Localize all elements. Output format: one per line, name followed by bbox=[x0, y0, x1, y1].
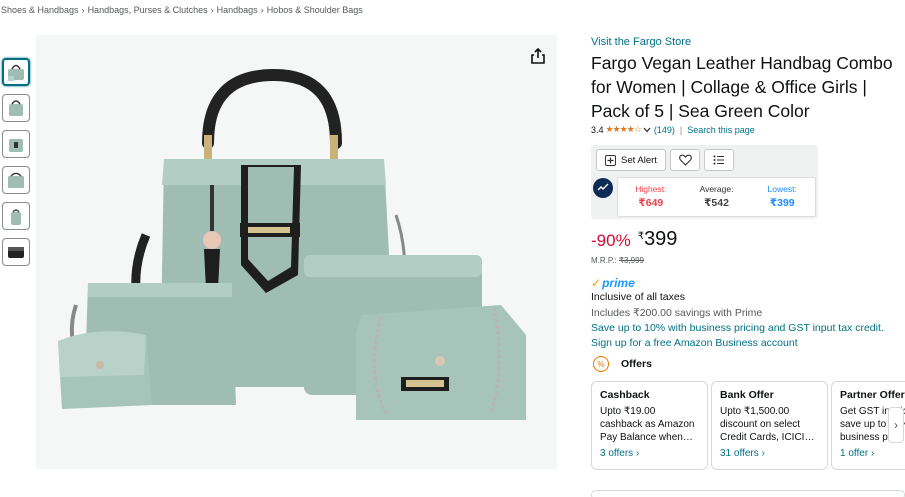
discount-percentage: -90% bbox=[591, 231, 631, 250]
offer-link[interactable]: 3 offers › bbox=[600, 448, 699, 459]
share-button[interactable] bbox=[526, 44, 550, 68]
mrp: M.R.P.: ₹3,999 bbox=[591, 256, 644, 265]
heart-icon bbox=[678, 154, 692, 166]
lowest-price: Lowest: ₹399 bbox=[749, 178, 815, 216]
business-pricing-link[interactable]: Save up to 10% with business pricing and… bbox=[591, 322, 884, 334]
highest-label: Highest: bbox=[635, 184, 667, 194]
average-value: ₹542 bbox=[704, 197, 729, 209]
chevron-down-icon[interactable] bbox=[643, 125, 651, 135]
breadcrumb-item-handbags-purses[interactable]: Handbags, Purses & Clutches bbox=[88, 5, 208, 15]
store-link[interactable]: Visit the Fargo Store bbox=[591, 36, 691, 48]
mrp-label: M.R.P.: bbox=[591, 256, 617, 265]
offer-link[interactable]: 1 offer › bbox=[840, 448, 905, 459]
tax-note: Inclusive of all taxes bbox=[591, 291, 685, 303]
offer-title: Bank Offer bbox=[720, 389, 774, 401]
breadcrumb-separator: › bbox=[81, 5, 85, 15]
rating-count-link[interactable]: (149) bbox=[654, 125, 675, 135]
thumbnail-6[interactable] bbox=[2, 238, 30, 266]
price-tracker-logo-icon bbox=[593, 178, 613, 198]
offers-next-button[interactable]: › bbox=[888, 407, 904, 443]
thumbnail-3[interactable] bbox=[2, 130, 30, 158]
chevron-right-icon: › bbox=[894, 418, 898, 432]
check-icon: ✓ bbox=[591, 276, 602, 290]
search-this-page-link[interactable]: Search this page bbox=[687, 125, 755, 135]
price-value: 399 bbox=[644, 228, 678, 250]
offers-header: % Offers bbox=[593, 356, 652, 372]
business-signup-link[interactable]: Sign up for a free Amazon Business accou… bbox=[591, 337, 798, 349]
offer-cards: Cashback Upto ₹19.00 cashback as Amazon … bbox=[591, 381, 905, 471]
highest-value: ₹649 bbox=[638, 197, 664, 209]
breadcrumb-item-handbags[interactable]: Handbags bbox=[217, 5, 258, 15]
offer-card-cashback[interactable]: Cashback Upto ₹19.00 cashback as Amazon … bbox=[591, 381, 708, 470]
prime-badge: ✓ prime bbox=[591, 276, 635, 290]
offers-heading: Offers bbox=[621, 358, 652, 370]
offer-description: Upto ₹1,500.00 discount on select Credit… bbox=[720, 406, 815, 443]
product-image[interactable] bbox=[36, 35, 557, 469]
breadcrumb-item-hobos[interactable]: Hobos & Shoulder Bags bbox=[267, 5, 363, 15]
breadcrumb-separator: › bbox=[210, 5, 214, 15]
lowest-value: ₹399 bbox=[769, 197, 795, 209]
list-icon bbox=[713, 155, 724, 165]
price-row: -90% ₹ 399 bbox=[591, 228, 677, 251]
offer-description: Upto ₹19.00 cashback as Amazon Pay Balan… bbox=[600, 406, 695, 443]
set-alert-button[interactable]: Set Alert bbox=[596, 149, 666, 171]
thumbnail-1[interactable] bbox=[2, 58, 30, 86]
average-label: Average: bbox=[699, 184, 734, 194]
plus-box-icon bbox=[605, 154, 617, 166]
offer-card-bank[interactable]: Bank Offer Upto ₹1,500.00 discount on se… bbox=[711, 381, 828, 470]
buy-box-top-edge bbox=[591, 490, 905, 497]
highest-price: Highest: ₹649 bbox=[618, 178, 684, 216]
divider: | bbox=[679, 124, 683, 135]
list-button[interactable] bbox=[704, 149, 734, 171]
thumbnail-2[interactable] bbox=[2, 94, 30, 122]
offer-title: Cashback bbox=[600, 389, 650, 401]
offer-link[interactable]: 31 offers › bbox=[720, 448, 819, 459]
breadcrumb-item-shoes-handbags[interactable]: Shoes & Handbags bbox=[1, 5, 79, 15]
thumbnail-4[interactable] bbox=[2, 166, 30, 194]
offer-title: Partner Offer bbox=[840, 389, 905, 401]
favorite-button[interactable] bbox=[670, 149, 700, 171]
thumbnail-5[interactable] bbox=[2, 202, 30, 230]
rating-value: 3.4 bbox=[591, 124, 604, 135]
breadcrumb-separator: › bbox=[260, 5, 264, 15]
mrp-value: ₹3,999 bbox=[618, 256, 644, 265]
price-history-box: Highest: ₹649 Average: ₹542 Lowest: ₹399 bbox=[617, 177, 816, 217]
share-icon bbox=[531, 48, 545, 64]
percent-badge-icon: % bbox=[593, 356, 609, 372]
average-price: Average: ₹542 bbox=[684, 178, 750, 216]
thumbnail-strip bbox=[2, 58, 32, 274]
price-tracker: Set Alert Highest: ₹649 Average: ₹542 Lo… bbox=[591, 145, 818, 219]
set-alert-label: Set Alert bbox=[621, 154, 657, 166]
breadcrumb: Shoes & Handbags › Handbags, Purses & Clut… bbox=[1, 5, 363, 15]
lowest-label: Lowest: bbox=[767, 184, 797, 194]
prime-label: prime bbox=[602, 276, 635, 290]
rating-row: 3.4 ★★★★☆ (149) | Search this page bbox=[591, 124, 755, 135]
star-rating-icon[interactable]: ★★★★☆ bbox=[606, 124, 642, 135]
prime-savings: Includes ₹200.00 savings with Prime bbox=[591, 307, 763, 319]
product-title: Fargo Vegan Leather Handbag Combo for Wo… bbox=[591, 53, 893, 121]
